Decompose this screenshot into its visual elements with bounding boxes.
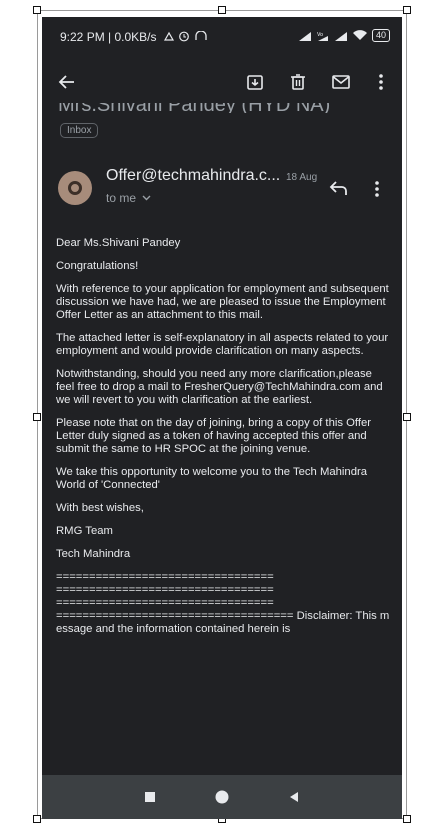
resize-handle-middle-left[interactable] (33, 413, 41, 421)
avatar[interactable] (58, 171, 92, 205)
status-time: 9:22 PM | 0.0KB/s (60, 30, 209, 44)
envelope-icon (332, 75, 350, 89)
trash-icon (291, 74, 305, 90)
recipient-details[interactable]: to me (106, 191, 151, 205)
mark-unread-button[interactable] (328, 69, 354, 95)
more-vertical-icon (379, 74, 383, 90)
resize-handle-bottom-right[interactable] (403, 815, 411, 823)
back-button[interactable] (54, 69, 80, 95)
body-company: Tech Mahindra (56, 548, 131, 560)
resize-handle-bottom-left[interactable] (33, 815, 41, 823)
body-congrats: Congratulations! (56, 260, 139, 272)
triangle-back-icon (290, 792, 298, 802)
body-paragraph-5: We take this opportunity to welcome you … (56, 466, 368, 491)
resize-handle-top-left[interactable] (33, 6, 41, 14)
more-vertical-icon (375, 181, 379, 197)
battery-icon: 40 (371, 29, 390, 42)
body-paragraph-2: The attached letter is self-explanatory … (56, 332, 389, 357)
status-time-text: 9:22 PM | 0.0KB/s (60, 30, 157, 44)
email-body: Dear Ms.Shivani Pandey Congratulations! … (56, 237, 392, 636)
signal-icon (298, 31, 311, 41)
archive-button[interactable] (242, 69, 268, 95)
body-team: RMG Team (56, 525, 113, 537)
recents-button[interactable] (142, 789, 158, 805)
sender-name[interactable]: Offer@techmahindra.c... (106, 167, 280, 185)
chevron-down-icon (142, 195, 151, 201)
notification-icons (163, 30, 207, 42)
system-nav-bar (42, 775, 402, 819)
body-greeting: Dear Ms.Shivani Pandey (56, 237, 181, 249)
app-bar (42, 57, 402, 107)
body-paragraph-3: Notwithstanding, should you need any mor… (56, 368, 383, 406)
phone-screen: 9:22 PM | 0.0KB/s Vo 40 Inbox Offer@tech… (42, 17, 402, 819)
delete-button[interactable] (285, 69, 311, 95)
signal-icon-2 (334, 31, 347, 41)
resize-handle-top-center[interactable] (218, 6, 226, 14)
recipient-text: to me (106, 191, 137, 205)
volte-wifi-icon: Vo (317, 32, 328, 41)
home-button[interactable] (214, 789, 230, 805)
arrow-left-icon (58, 75, 74, 89)
message-more-button[interactable] (370, 177, 384, 201)
resize-handle-middle-right[interactable] (403, 413, 411, 421)
square-icon (145, 792, 155, 802)
body-paragraph-4: Please note that on the day of joining, … (56, 417, 372, 455)
body-disclaimer-separator: ================================= ======… (56, 571, 390, 635)
email-subject-text: Mrs.Shivani Pandey (HYD NA) (58, 103, 330, 113)
circle-icon (215, 790, 229, 804)
email-date: 18 Aug (286, 172, 318, 183)
avatar-ring-icon (68, 181, 82, 195)
more-options-button[interactable] (368, 69, 394, 95)
status-bar: 9:22 PM | 0.0KB/s Vo 40 (42, 17, 402, 57)
label-chip-inbox[interactable]: Inbox (60, 123, 99, 138)
wifi-icon (352, 30, 367, 40)
body-paragraph-1: With reference to your application for e… (56, 283, 389, 321)
email-subject: Mrs.Shivani Pandey (HYD NA) (58, 103, 388, 113)
reply-button[interactable] (326, 177, 350, 201)
system-back-button[interactable] (286, 789, 302, 805)
archive-icon (247, 75, 263, 90)
reply-icon (329, 181, 347, 195)
resize-handle-top-right[interactable] (403, 6, 411, 14)
svg-text:Vo: Vo (317, 32, 323, 38)
body-closing: With best wishes, (56, 502, 144, 514)
status-indicators: Vo 40 (298, 29, 390, 42)
